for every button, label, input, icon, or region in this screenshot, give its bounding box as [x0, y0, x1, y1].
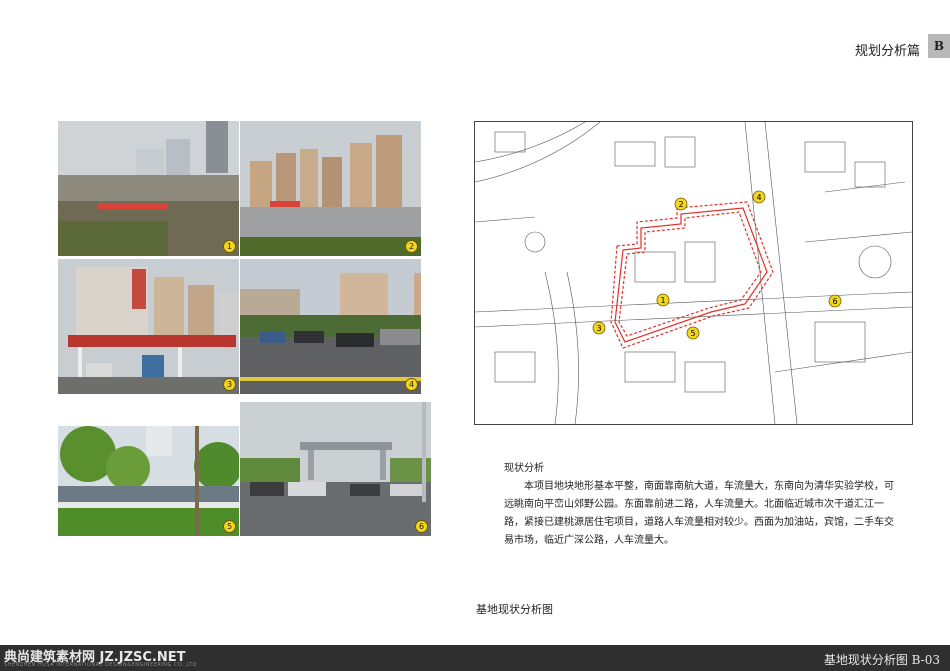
svg-text:1: 1: [660, 296, 665, 305]
map-marker-4: 4: [752, 190, 766, 204]
photo-number-badge: 2: [405, 240, 418, 253]
photo-number-badge: 5: [223, 520, 236, 533]
photo-number-badge: 1: [223, 240, 236, 253]
site-photo-2: 2: [240, 121, 421, 256]
analysis-body: 本项目地块地形基本平整，南面靠南航大道，车流量大，东南向为清华实验学校，可远眺南…: [504, 481, 894, 546]
analysis-section: 现状分析 本项目地块地形基本平整，南面靠南航大道，车流量大，东南向为清华实验学校…: [504, 460, 896, 550]
map-marker-2: 2: [674, 197, 688, 211]
svg-text:5: 5: [690, 329, 695, 338]
map-marker-6: 6: [828, 294, 842, 308]
section-tab: B: [928, 34, 950, 58]
map-marker-3: 3: [592, 321, 606, 335]
section-title: 规划分析篇: [854, 44, 920, 59]
site-photo-3: 3: [58, 259, 239, 394]
site-photo-4: 4: [240, 259, 421, 394]
map-marker-1: 1: [656, 293, 670, 307]
analysis-title: 现状分析: [504, 463, 544, 474]
footer-bar: 典尚建筑素材网 JZ.JZSC.NET SHENZHEN HUSA INTERN…: [0, 645, 950, 671]
company-name: SHENZHEN HUSA INTERNATIONAL DESIGN&ENGIN…: [4, 662, 197, 668]
svg-text:6: 6: [832, 297, 837, 306]
photo-number-badge: 4: [405, 378, 418, 391]
figure-caption: 基地现状分析图: [476, 603, 553, 616]
photo-number-badge: 6: [415, 520, 428, 533]
page-label: 基地现状分析图 B-03: [823, 653, 940, 667]
svg-text:3: 3: [596, 324, 601, 333]
svg-text:4: 4: [756, 193, 761, 202]
site-plan-map: 1 2 3 4 5 6: [474, 121, 913, 425]
map-marker-5: 5: [686, 326, 700, 340]
site-photo-6: 6: [240, 402, 431, 536]
site-photo-1: 1: [58, 121, 239, 256]
photo-number-badge: 3: [223, 378, 236, 391]
site-photo-5: 5: [58, 426, 239, 536]
svg-text:2: 2: [678, 200, 683, 209]
